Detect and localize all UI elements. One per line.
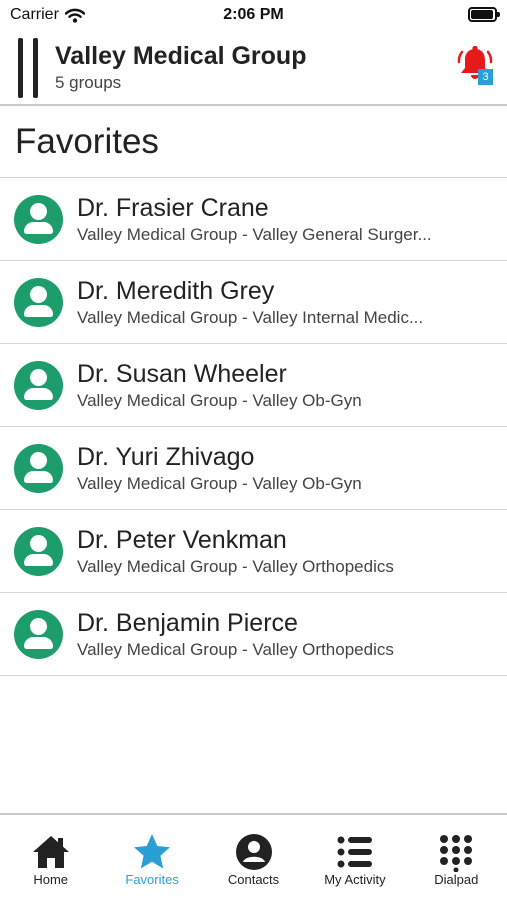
- tab-label: My Activity: [324, 872, 386, 887]
- tab-contacts[interactable]: Contacts: [203, 815, 304, 900]
- contact-detail: Valley Medical Group - Valley Internal M…: [77, 308, 424, 327]
- tab-label: Contacts: [227, 872, 280, 887]
- tab-label: Dialpad: [434, 872, 479, 887]
- section-title: Favorites: [15, 122, 159, 161]
- list-item[interactable]: Dr. Peter Venkman Valley Medical Group -…: [0, 510, 507, 593]
- contact-name: Dr. Yuri Zhivago: [77, 443, 255, 471]
- page-title[interactable]: Valley Medical Group: [55, 42, 306, 71]
- status-bar: Carrier 2:06 PM: [0, 0, 507, 30]
- contact-name: Dr. Meredith Grey: [77, 277, 275, 305]
- tab-bar: Home Favorites Contacts My Activity Dial…: [0, 813, 507, 900]
- avatar-icon: [14, 610, 63, 659]
- contact-name: Dr. Susan Wheeler: [77, 360, 287, 388]
- contact-detail: Valley Medical Group - Valley Ob-Gyn: [77, 391, 362, 410]
- contact-detail: Valley Medical Group - Valley General Su…: [77, 225, 432, 244]
- avatar-icon: [14, 361, 63, 410]
- tab-home[interactable]: Home: [0, 815, 101, 900]
- star-icon: [134, 834, 171, 869]
- tab-label: Home: [33, 872, 69, 887]
- list-item[interactable]: Dr. Benjamin Pierce Valley Medical Group…: [0, 593, 507, 676]
- contact-detail: Valley Medical Group - Valley Orthopedic…: [77, 640, 394, 659]
- list-item[interactable]: Dr. Susan Wheeler Valley Medical Group -…: [0, 344, 507, 427]
- contact-name: Dr. Frasier Crane: [77, 194, 269, 222]
- avatar-icon: [14, 444, 63, 493]
- home-icon: [32, 836, 69, 868]
- group-count: 5 groups: [55, 73, 122, 92]
- battery-icon: [468, 7, 500, 22]
- favorites-list: Dr. Frasier Crane Valley Medical Group -…: [0, 178, 507, 676]
- list-item[interactable]: Dr. Frasier Crane Valley Medical Group -…: [0, 178, 507, 261]
- tab-dialpad[interactable]: Dialpad: [406, 815, 507, 900]
- contact-detail: Valley Medical Group - Valley Ob-Gyn: [77, 474, 362, 493]
- tab-my-activity[interactable]: My Activity: [304, 815, 405, 900]
- status-time: 2:06 PM: [223, 6, 284, 23]
- list-item[interactable]: Dr. Yuri Zhivago Valley Medical Group - …: [0, 427, 507, 510]
- avatar-icon: [14, 278, 63, 327]
- battery-level: [471, 10, 493, 19]
- avatar-icon: [14, 527, 63, 576]
- tab-label: Favorites: [125, 872, 179, 887]
- list-item[interactable]: Dr. Meredith Grey Valley Medical Group -…: [0, 261, 507, 344]
- dialpad-icon: [440, 835, 473, 872]
- contact-icon: [235, 834, 272, 870]
- contact-name: Dr. Benjamin Pierce: [77, 609, 298, 637]
- sidebar-toggle-icon[interactable]: [18, 38, 38, 98]
- notification-badge: 3: [478, 69, 493, 85]
- avatar-icon: [14, 195, 63, 244]
- list-icon: [337, 836, 372, 868]
- app-header: Valley Medical Group 5 groups 3: [0, 30, 507, 106]
- tab-favorites[interactable]: Favorites: [101, 815, 202, 900]
- contact-detail: Valley Medical Group - Valley Orthopedic…: [77, 557, 394, 576]
- notifications-button[interactable]: 3: [457, 45, 493, 85]
- contact-name: Dr. Peter Venkman: [77, 526, 287, 554]
